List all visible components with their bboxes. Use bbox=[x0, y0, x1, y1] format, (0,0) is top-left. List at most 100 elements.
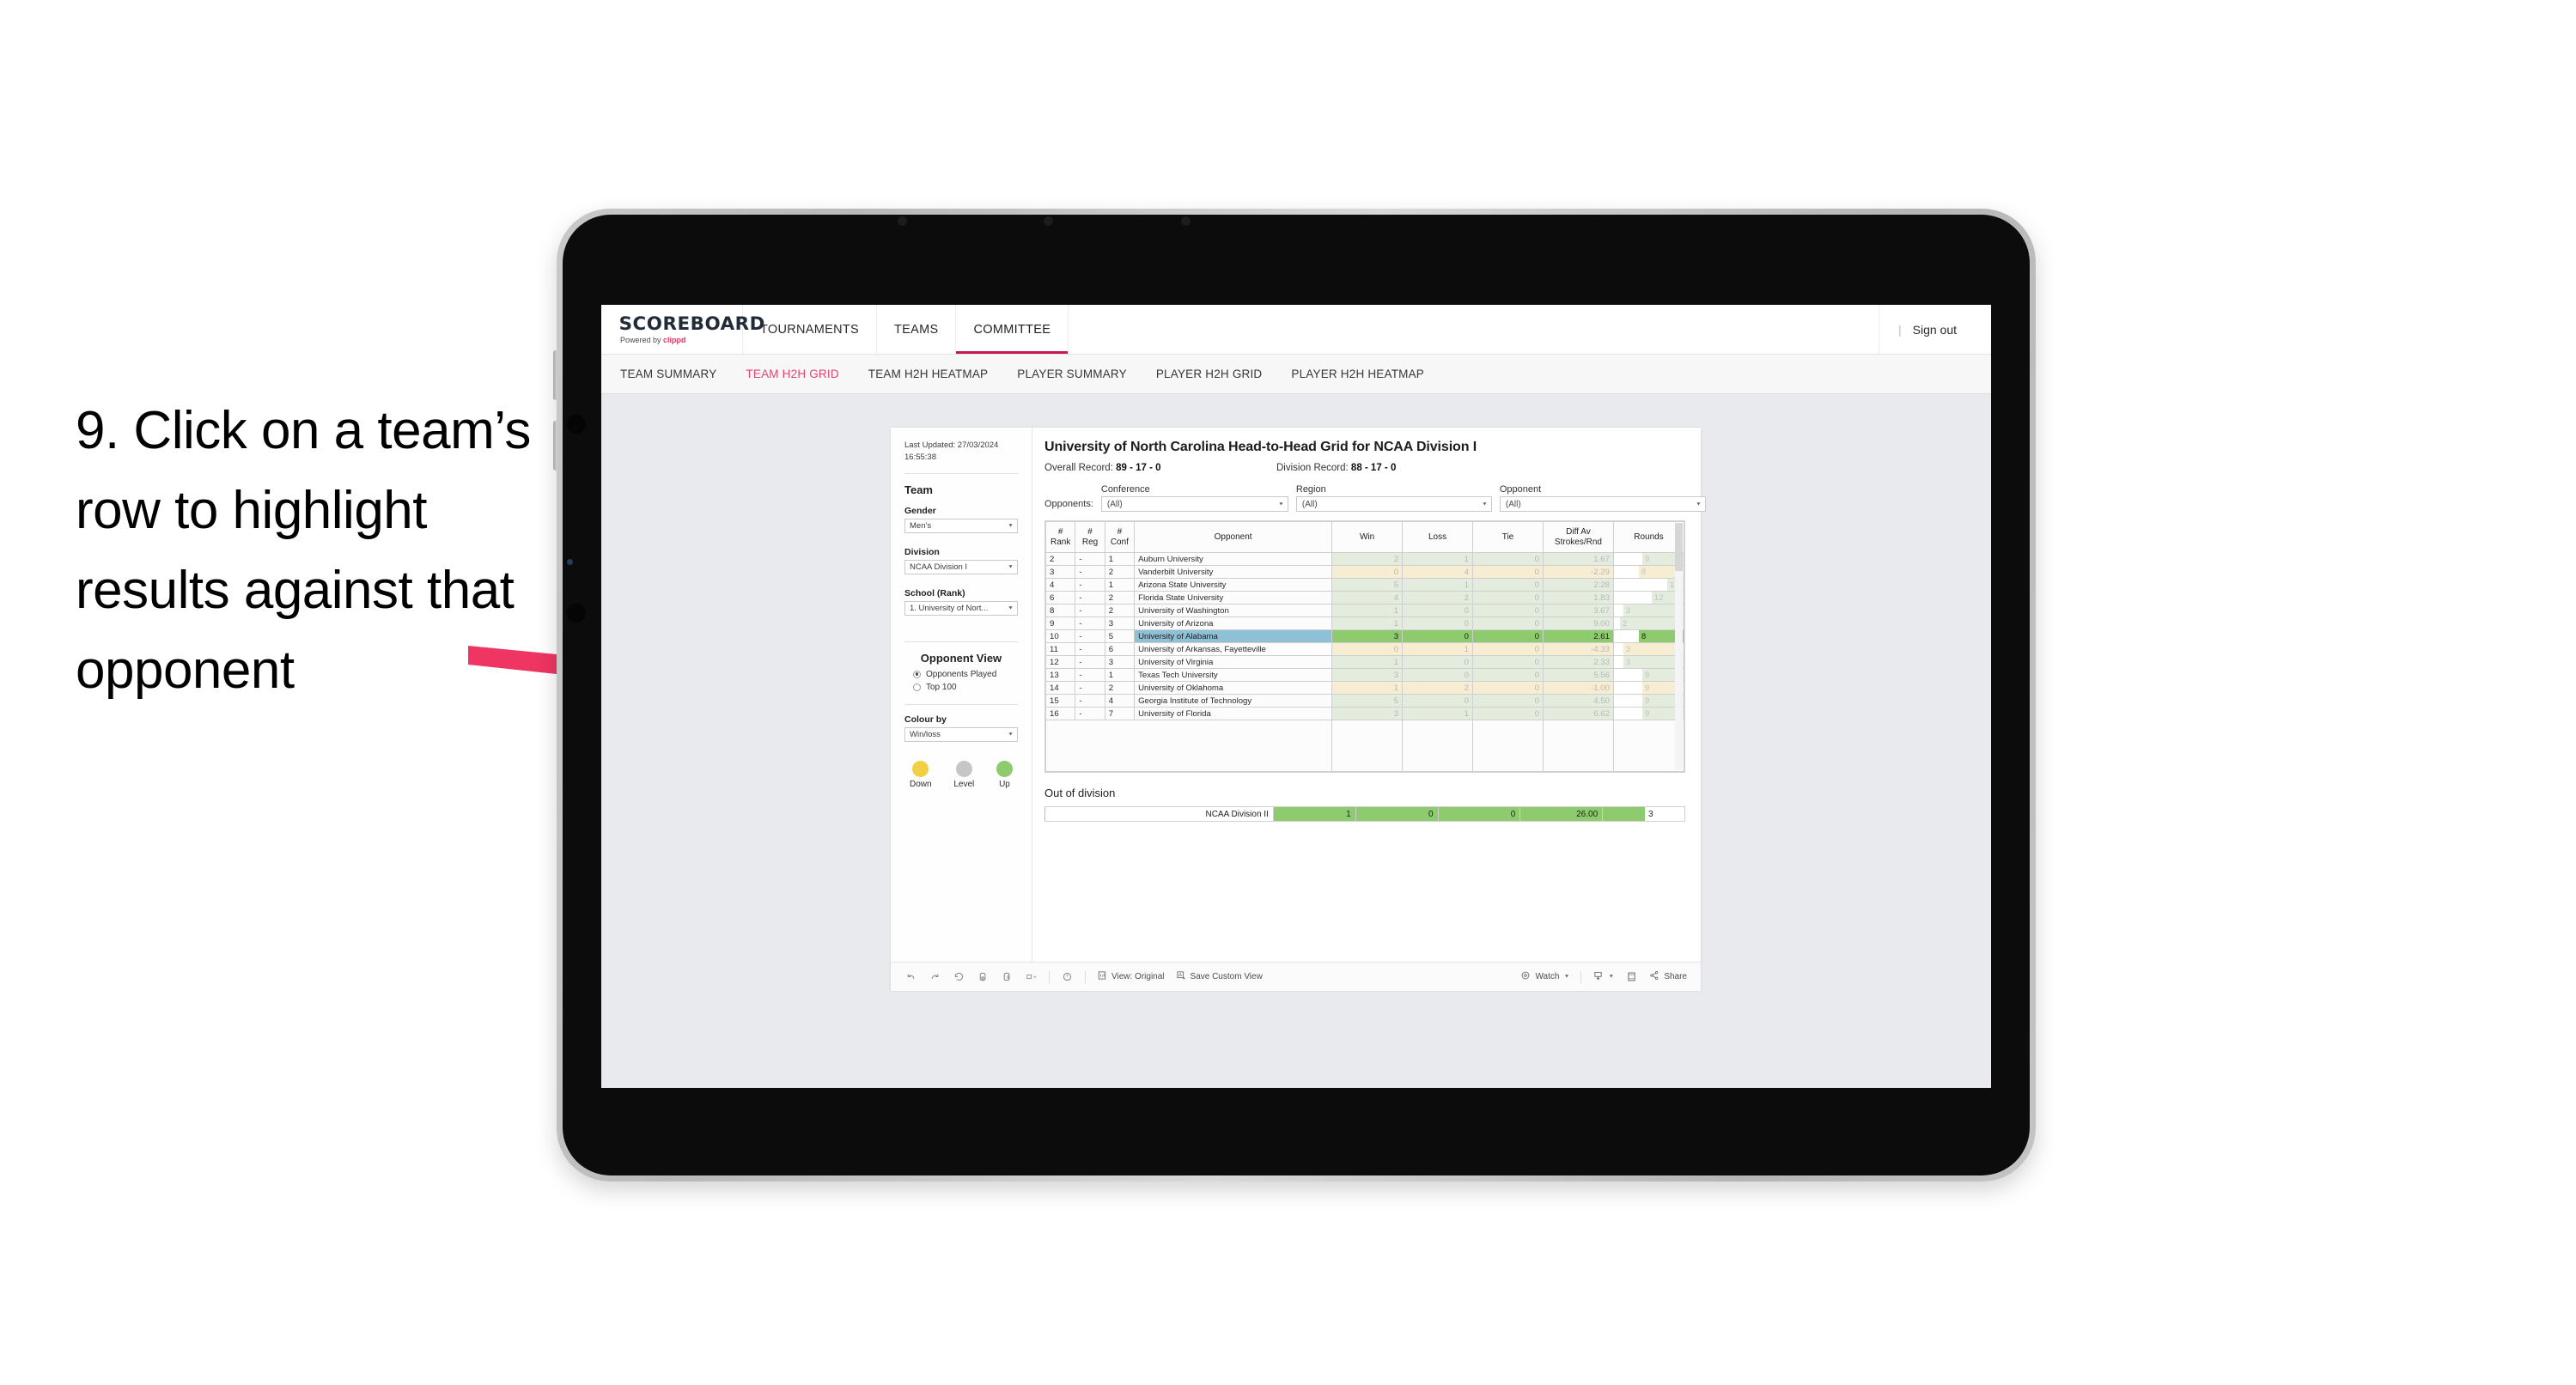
filter-opponent-label: Opponent bbox=[1499, 484, 1542, 495]
cell-rounds: 3 bbox=[1612, 642, 1685, 656]
ood-loss: 0 bbox=[1355, 806, 1439, 822]
volume-button-down[interactable] bbox=[553, 421, 557, 471]
cell-rank: 9 bbox=[1044, 617, 1076, 630]
filter-region: Region (All) ▼ bbox=[1295, 484, 1492, 512]
cell-diff: 3.67 bbox=[1542, 604, 1614, 617]
cell-reg: - bbox=[1075, 681, 1105, 695]
cell-win: 1 bbox=[1331, 681, 1404, 695]
table-row[interactable]: 15-4 Georgia Institute of Technology 5 0 0 4.… bbox=[1044, 694, 1685, 708]
shape-dropdown-icon[interactable] bbox=[1025, 970, 1038, 983]
sub-navigation: TEAM SUMMARY TEAM H2H GRID TEAM H2H HEAT… bbox=[601, 355, 1991, 394]
table-row[interactable]: 8-2 University of Washington 1 0 0 3.67 3 bbox=[1044, 604, 1685, 617]
table-row[interactable]: 11-6 University of Arkansas, Fayetteville… bbox=[1044, 642, 1685, 656]
school-select[interactable]: 1. University of Nort... ▼ bbox=[904, 600, 1018, 616]
share-button[interactable]: Share bbox=[1649, 970, 1687, 983]
nav-tab-teams[interactable]: TEAMS bbox=[877, 305, 957, 354]
cell-diff: 4.50 bbox=[1542, 694, 1614, 708]
subnav-player-h2h-grid[interactable]: PLAYER H2H GRID bbox=[1156, 368, 1263, 380]
watch-button[interactable]: Watch ▼ bbox=[1520, 970, 1569, 983]
colour-by-select[interactable]: Win/loss ▼ bbox=[904, 726, 1018, 742]
cell-rank: 4 bbox=[1044, 578, 1076, 592]
filter-region-select[interactable]: (All) ▼ bbox=[1295, 496, 1492, 512]
col-rounds: Rounds bbox=[1612, 521, 1685, 553]
table-row[interactable]: 6-2 Florida State University 4 2 0 1.83 12 bbox=[1044, 591, 1685, 604]
legend-item-level: Level bbox=[953, 760, 974, 789]
division-select[interactable]: NCAA Division I ▼ bbox=[904, 559, 1018, 574]
cell-conf: 1 bbox=[1104, 552, 1136, 566]
table-scrollbar[interactable] bbox=[1675, 523, 1683, 770]
table-header-row: # Rank # Reg # Conf Opponent Win Loss Tie D… bbox=[1044, 521, 1685, 553]
cell-loss: 1 bbox=[1402, 578, 1474, 592]
table-row[interactable]: 4-1Arizona State University5102.2817 bbox=[1044, 578, 1685, 592]
subnav-team-h2h-heatmap[interactable]: TEAM H2H HEATMAP bbox=[868, 368, 988, 380]
undo-icon[interactable] bbox=[904, 970, 917, 983]
refresh-icon[interactable] bbox=[977, 970, 990, 983]
filter-conference-label: Conference bbox=[1100, 484, 1150, 495]
table-row[interactable]: 13-1 Texas Tech University 3 0 0 5.56 9 bbox=[1044, 668, 1685, 682]
out-of-division-table: NCAA Division II 1 0 0 26.00 3 bbox=[1044, 806, 1685, 822]
redo-icon[interactable] bbox=[929, 970, 941, 983]
division-value: NCAA Division I bbox=[910, 562, 968, 572]
volume-button-up[interactable] bbox=[553, 350, 557, 400]
subnav-team-h2h-grid[interactable]: TEAM H2H GRID bbox=[746, 368, 838, 380]
revert-icon[interactable] bbox=[953, 970, 965, 983]
cell-diff: 6.62 bbox=[1542, 707, 1614, 720]
cell-rounds: 9 bbox=[1612, 552, 1685, 566]
table-scrollbar-thumb[interactable] bbox=[1675, 523, 1683, 571]
gender-select[interactable]: Men’s ▼ bbox=[904, 518, 1018, 533]
download-button[interactable]: ▼ bbox=[1592, 970, 1614, 984]
ood-tie: 0 bbox=[1437, 806, 1521, 822]
table-row[interactable]: 12-3 University of Virginia 1 0 0 2.33 3 bbox=[1044, 655, 1685, 669]
sign-out-link[interactable]: Sign out bbox=[1913, 323, 1957, 337]
col-diff-l2: Strokes/Rnd bbox=[1554, 537, 1602, 547]
view-original-button[interactable]: View: Original bbox=[1097, 970, 1165, 983]
cell-diff: 2.33 bbox=[1542, 655, 1614, 669]
cell-loss: 2 bbox=[1402, 681, 1474, 695]
filter-opponent-select[interactable]: (All) ▼ bbox=[1499, 496, 1706, 512]
cell-conf: 6 bbox=[1104, 642, 1136, 656]
table-row[interactable]: 16-7 University of Florida 3 1 0 6.62 9 bbox=[1044, 707, 1685, 720]
rounds-value: 9 bbox=[1644, 670, 1650, 680]
save-custom-view-button[interactable]: Save Custom View bbox=[1176, 970, 1263, 983]
cell-rounds: 9 bbox=[1612, 681, 1685, 695]
cell-tie: 0 bbox=[1472, 591, 1544, 604]
team-section-title: Team bbox=[904, 483, 933, 496]
filter-conference-select[interactable]: (All) ▼ bbox=[1100, 496, 1288, 512]
cell-reg: - bbox=[1075, 694, 1105, 708]
nav-tab-tournaments[interactable]: TOURNAMENTS bbox=[743, 305, 878, 354]
cell-win: 1 bbox=[1331, 655, 1404, 669]
cell-loss: 0 bbox=[1402, 604, 1474, 617]
toolbar-separator bbox=[1049, 970, 1050, 983]
table-row[interactable]: 10-5 University of Alabama 3 0 0 2.61 8 bbox=[1044, 629, 1685, 643]
table-row[interactable]: 2-1 Auburn University 2 1 0 1.67 9 bbox=[1044, 552, 1685, 566]
cell-win: 3 bbox=[1331, 629, 1404, 643]
rounds-value: 12 bbox=[1653, 592, 1664, 603]
rounds-bar bbox=[1613, 592, 1652, 604]
cell-rank: 12 bbox=[1044, 655, 1076, 669]
table-row[interactable]: 9-3 University of Arizona 1 0 0 9.00 2 bbox=[1044, 617, 1685, 630]
edge-dot bbox=[567, 604, 586, 623]
cell-rank: 11 bbox=[1044, 642, 1076, 656]
subnav-player-summary[interactable]: PLAYER SUMMARY bbox=[1017, 368, 1127, 380]
pause-auto-update-icon[interactable] bbox=[1061, 970, 1074, 983]
col-tie: Tie bbox=[1472, 521, 1544, 553]
camera-dot bbox=[1181, 216, 1191, 226]
table-row[interactable]: 3-2 Vanderbilt University 0 4 0 -2.29 8 bbox=[1044, 565, 1685, 579]
radio-icon bbox=[913, 683, 921, 691]
subnav-player-h2h-heatmap[interactable]: PLAYER H2H HEATMAP bbox=[1291, 368, 1424, 380]
colour-by-label: Colour by bbox=[904, 714, 947, 725]
brand-subtitle: Powered by clippd bbox=[620, 336, 742, 344]
out-of-division-row[interactable]: NCAA Division II 1 0 0 26.00 3 bbox=[1044, 806, 1685, 822]
subnav-team-summary[interactable]: TEAM SUMMARY bbox=[620, 368, 716, 380]
ood-rounds: 3 bbox=[1602, 806, 1685, 822]
pause-icon[interactable] bbox=[1001, 970, 1014, 983]
cell-reg: - bbox=[1075, 565, 1105, 579]
nav-tab-committee[interactable]: COMMITTEE bbox=[956, 305, 1069, 354]
brand-logo[interactable]: SCOREBOARD Powered by clippd bbox=[601, 305, 764, 354]
fullscreen-icon[interactable] bbox=[1625, 970, 1638, 983]
table-row[interactable]: 14-2 University of Oklahoma 1 2 0 -1.00 9 bbox=[1044, 681, 1685, 695]
radio-opponents-played[interactable]: Opponents Played bbox=[904, 670, 1018, 679]
radio-top-100[interactable]: Top 100 bbox=[904, 683, 1018, 692]
chevron-down-icon: ▼ bbox=[1481, 501, 1488, 507]
cell-rounds: 9 bbox=[1612, 707, 1685, 720]
